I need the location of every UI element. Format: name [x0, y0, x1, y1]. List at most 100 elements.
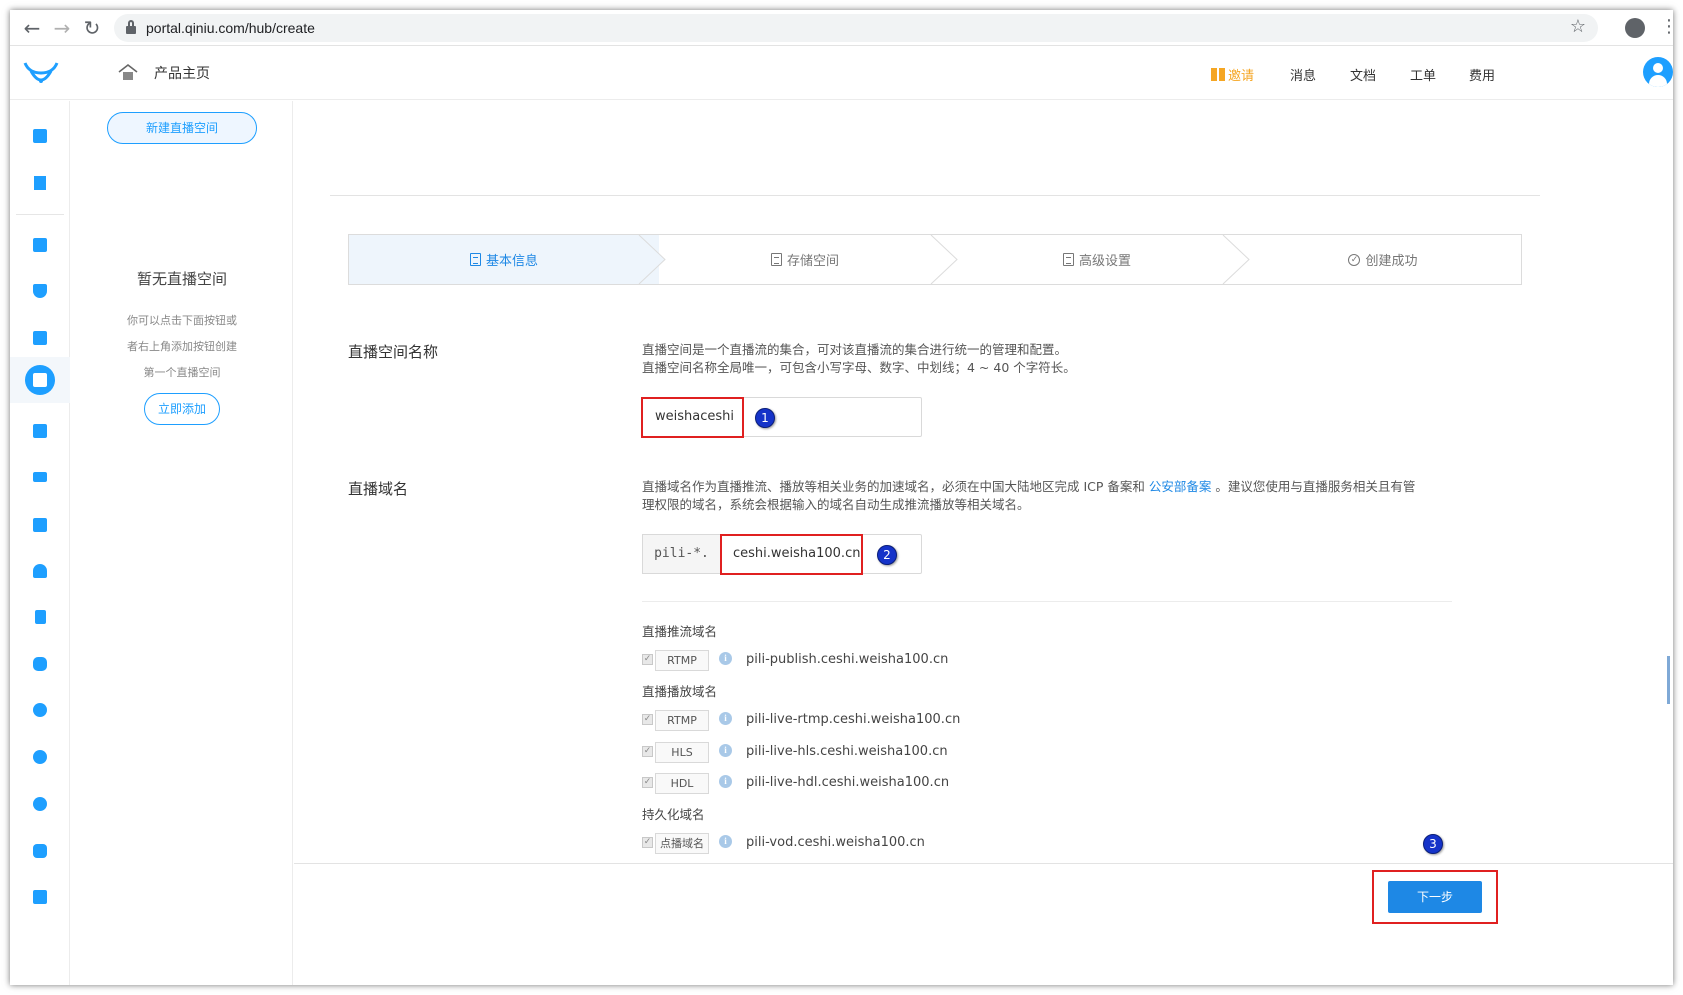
rail-database-icon[interactable]	[25, 649, 55, 679]
space-name-label: 直播空间名称	[348, 343, 439, 361]
empty-desc-line: 者右上角添加按钮创建	[127, 340, 237, 353]
protocol-tag: RTMP	[655, 710, 709, 731]
domain-value-text: pili-vod.ceshi.weisha100.cn	[746, 835, 925, 850]
push-domains-label: 直播推流域名	[642, 624, 718, 639]
new-live-space-button[interactable]: 新建直播空间	[107, 112, 257, 144]
hint-text: 。建议您使用与直播服务相关且有管	[1211, 479, 1416, 494]
domain-value-text: pili-live-hls.ceshi.weisha100.cn	[746, 744, 948, 759]
rail-live-icon[interactable]	[25, 365, 55, 395]
menu-icon[interactable]: ⋮	[1660, 16, 1673, 38]
billing-link[interactable]: 费用	[1469, 65, 1495, 84]
empty-desc-line: 你可以点击下面按钮或	[127, 314, 237, 327]
domain-row: ✓ HLS i pili-live-hls.ceshi.weisha100.cn	[642, 742, 1142, 764]
protocol-tag: RTMP	[655, 650, 709, 671]
annotation-badge: 1	[755, 408, 775, 428]
home-link[interactable]: 产品主页	[154, 63, 210, 83]
divider	[642, 601, 1452, 602]
annotation-badge: 2	[877, 545, 897, 565]
tickets-link[interactable]: 工单	[1410, 65, 1436, 84]
domain-prefix: pili-*.	[642, 534, 720, 574]
highlight-box	[1372, 870, 1498, 924]
domain-label: 直播域名	[348, 480, 409, 498]
invite-label: 邀请	[1228, 69, 1255, 84]
docs-link[interactable]: 文档	[1350, 65, 1376, 84]
persist-domains-label: 持久化域名	[642, 807, 705, 822]
checkbox[interactable]: ✓	[642, 654, 653, 665]
gift-icon	[1211, 68, 1225, 81]
rail-server-icon[interactable]	[25, 323, 55, 353]
rail-book-icon[interactable]	[25, 602, 55, 632]
protocol-tag: HLS	[655, 742, 709, 763]
product-rail	[10, 101, 70, 985]
info-icon[interactable]: i	[719, 835, 732, 848]
add-now-button[interactable]: 立即添加	[144, 393, 220, 425]
domain-value-text: pili-publish.ceshi.weisha100.cn	[746, 652, 949, 667]
rail-player-icon[interactable]	[25, 510, 55, 540]
hint-line: 理权限的域名，系统会根据输入的域名自动生成推流播放等相关域名。	[642, 497, 1030, 512]
divider	[330, 195, 1540, 196]
protocol-tag: 点播域名	[655, 833, 709, 854]
rail-cloud-icon[interactable]	[25, 556, 55, 586]
rail-sliders-icon[interactable]	[25, 462, 55, 492]
checkbox[interactable]: ✓	[642, 746, 653, 757]
annotation-badge: 3	[1423, 834, 1443, 854]
space-name-hint: 直播空间是一个直播流的集合，可对该直播流的集合进行统一的管理和配置。 直播空间名…	[642, 341, 1076, 377]
rail-kodo-icon[interactable]	[25, 121, 55, 151]
protocol-tag: HDL	[655, 773, 709, 794]
main-content: 基本信息 存储空间 高级设置 ✓ 创建成功 直播空间名称 直播空间是一个直播流的集…	[294, 101, 1673, 985]
domain-hint: 直播域名作为直播推流、播放等相关业务的加速域名，必须在中国大陆地区完成 ICP …	[642, 478, 1452, 514]
invite-link[interactable]: 邀请	[1211, 65, 1254, 84]
rail-bolt-icon[interactable]	[25, 742, 55, 772]
footer-divider	[294, 863, 1673, 864]
play-domains-label: 直播播放域名	[642, 684, 718, 699]
reload-icon[interactable]: ↻	[80, 16, 104, 40]
rail-image-icon[interactable]	[25, 882, 55, 912]
step-arrows	[638, 235, 1250, 284]
info-icon[interactable]: i	[719, 652, 732, 665]
space-sidebar: 新建直播空间 暂无直播空间 你可以点击下面按钮或 者右上角添加按钮创建 第一个直…	[71, 101, 293, 985]
rail-video-icon[interactable]	[25, 416, 55, 446]
checkbox[interactable]: ✓	[642, 837, 653, 848]
rail-pie-icon[interactable]	[25, 695, 55, 725]
checkbox[interactable]: ✓	[642, 714, 653, 725]
profile-icon[interactable]	[1625, 18, 1645, 38]
empty-desc-line: 第一个直播空间	[143, 366, 221, 379]
rail-globe-icon[interactable]	[25, 789, 55, 819]
domain-row: ✓ RTMP i pili-publish.ceshi.weisha100.cn	[642, 650, 1142, 672]
arrow-right-icon[interactable]: →	[50, 16, 74, 40]
browser-window: ← → ↻ portal.qiniu.com/hub/create ☆ ⋮ 产品…	[10, 10, 1673, 985]
rail-billing-icon[interactable]	[25, 168, 55, 198]
domain-row: ✓ 点播域名 i pili-vod.ceshi.weisha100.cn	[642, 833, 1142, 855]
home-icon[interactable]	[118, 63, 138, 81]
rail-route-icon[interactable]	[25, 836, 55, 866]
scrollbar-thumb[interactable]	[1667, 656, 1670, 704]
url-text: portal.qiniu.com/hub/create	[146, 20, 315, 36]
qiniu-logo-icon[interactable]	[23, 59, 59, 89]
star-icon[interactable]: ☆	[1570, 16, 1586, 37]
info-icon[interactable]: i	[719, 712, 732, 725]
info-icon[interactable]: i	[719, 775, 732, 788]
domain-value-text: pili-live-hdl.ceshi.weisha100.cn	[746, 775, 950, 790]
rail-divider	[16, 214, 64, 215]
domain-value-text: pili-live-rtmp.ceshi.weisha100.cn	[746, 712, 961, 727]
hint-line: 直播空间名称全局唯一，可包含小写字母、数字、中划线；4 ~ 40 个字符长。	[642, 360, 1076, 375]
lock-icon	[126, 20, 136, 34]
checkbox[interactable]: ✓	[642, 777, 653, 788]
address-bar[interactable]: portal.qiniu.com/hub/create ☆	[114, 14, 1598, 42]
rail-grid-icon[interactable]	[25, 230, 55, 260]
app-header: 产品主页 邀请 消息 文档 工单 费用	[10, 47, 1673, 100]
avatar[interactable]	[1643, 57, 1673, 87]
police-record-link[interactable]: 公安部备案	[1149, 479, 1212, 494]
messages-link[interactable]: 消息	[1290, 65, 1316, 84]
arrow-left-icon[interactable]: ←	[20, 16, 44, 40]
rail-cdn-icon[interactable]	[25, 276, 55, 306]
hint-line: 直播空间是一个直播流的集合，可对该直播流的集合进行统一的管理和配置。	[642, 342, 1068, 357]
hint-text: 直播域名作为直播推流、播放等相关业务的加速域名，必须在中国大陆地区完成 ICP …	[642, 479, 1149, 494]
highlight-box	[720, 534, 863, 575]
step-indicator: 基本信息 存储空间 高级设置 ✓ 创建成功	[348, 234, 1522, 285]
info-icon[interactable]: i	[719, 744, 732, 757]
empty-title: 暂无直播空间	[136, 270, 227, 288]
domain-row: ✓ RTMP i pili-live-rtmp.ceshi.weisha100.…	[642, 710, 1142, 732]
domain-row: ✓ HDL i pili-live-hdl.ceshi.weisha100.cn	[642, 773, 1142, 795]
highlight-box	[641, 397, 744, 438]
